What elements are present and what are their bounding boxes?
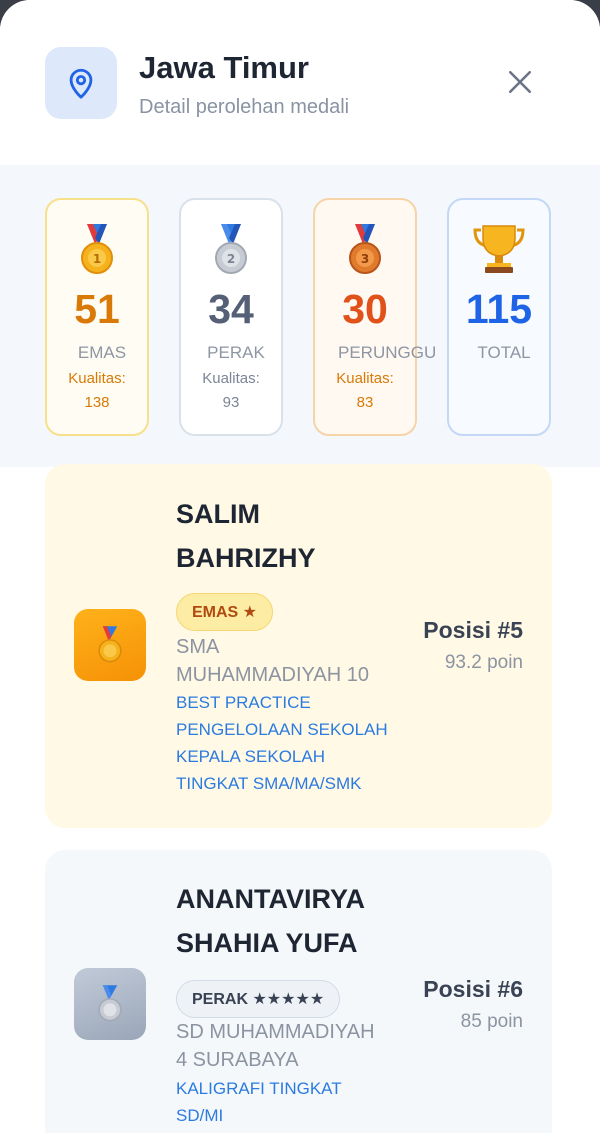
rank-points: 93.2 poin <box>444 652 523 673</box>
page-subtitle: Detail perolehan medali <box>139 96 350 118</box>
page-title: Jawa Timur <box>139 50 310 85</box>
participant-name-line: ANANTAVIRYA <box>176 884 366 914</box>
svg-text:3: 3 <box>361 252 369 266</box>
silver-count: 34 <box>208 286 254 332</box>
total-count: 115 <box>465 286 533 332</box>
close-icon <box>508 70 532 94</box>
silver-medal-icon: 2 <box>181 224 281 276</box>
gold-medal-icon <box>74 609 146 681</box>
medal-detail-sheet: Jawa Timur Detail perolehan medali 1 51 <box>0 0 600 1133</box>
gold-medal-icon: 1 <box>47 224 147 276</box>
close-button[interactable] <box>500 62 540 102</box>
bronze-medal-icon: 3 <box>315 224 415 276</box>
silver-quality-value: 93 <box>222 394 240 411</box>
rank-points: 85 poin <box>460 1011 523 1032</box>
participant-name-line: BAHRIZHY <box>176 543 316 573</box>
gold-quality-label: Kualitas: <box>68 370 126 387</box>
participant-name-line: SHAHIA YUFA <box>176 928 358 958</box>
bronze-count: 30 <box>342 286 388 332</box>
participant-card[interactable]: SALIM BAHRIZHY EMAS ★ SMA MUHAMMADIYAH 1… <box>45 464 552 828</box>
category-line: KALIGRAFI TINGKAT <box>176 1079 342 1098</box>
rank-position: Posisi #6 <box>423 976 523 1002</box>
medal-badge: PERAK ★★★★★ <box>176 980 341 1018</box>
gold-quality-value: 138 <box>84 394 110 411</box>
bronze-label: PERUNGGU <box>338 343 437 362</box>
medal-badge: EMAS ★ <box>176 593 274 631</box>
medal-summary: 1 51 EMAS Kualitas: 138 2 34 PERAK Kuali… <box>0 165 600 467</box>
category-line: KEPALA SEKOLAH <box>176 747 325 766</box>
school-name-line: MUHAMMADIYAH 10 <box>176 664 369 686</box>
stat-card-bronze: 3 30 PERUNGGU Kualitas: 83 <box>313 198 436 436</box>
category-line: BEST PRACTICE <box>176 693 311 712</box>
bronze-quality-label: Kualitas: <box>336 370 394 387</box>
school-name-line: SMA <box>176 636 220 658</box>
stat-card-silver: 2 34 PERAK Kualitas: 93 <box>179 198 283 436</box>
location-badge <box>45 47 117 119</box>
stat-card-total: 115 TOTAL <box>447 198 551 436</box>
silver-medal-icon <box>74 968 146 1040</box>
participant-card[interactable]: ANANTAVIRYA SHAHIA YUFA PERAK ★★★★★ SD M… <box>45 850 552 1133</box>
category-line: PENGELOLAAN SEKOLAH <box>176 720 388 739</box>
participant-name-line: SALIM <box>176 499 260 529</box>
trophy-icon <box>449 224 549 276</box>
category-line: TINGKAT SMA/MA/SMK <box>176 774 362 793</box>
rank-position: Posisi #5 <box>423 617 523 643</box>
school-name-line: SD MUHAMMADIYAH <box>176 1021 375 1043</box>
stat-card-gold: 1 51 EMAS Kualitas: 138 <box>45 198 149 436</box>
gold-label: EMAS <box>77 343 127 362</box>
sheet-header: Jawa Timur Detail perolehan medali <box>0 0 600 165</box>
silver-quality-label: Kualitas: <box>202 370 260 387</box>
gold-count: 51 <box>74 286 120 332</box>
bronze-quality-value: 83 <box>356 394 374 411</box>
svg-text:1: 1 <box>93 252 101 266</box>
silver-label: PERAK <box>207 343 265 362</box>
svg-text:2: 2 <box>227 252 235 266</box>
total-label: TOTAL <box>477 343 531 362</box>
school-name-line: 4 SURABAYA <box>176 1049 299 1071</box>
category-line: SD/MI <box>176 1106 224 1125</box>
map-pin-icon <box>69 68 93 99</box>
